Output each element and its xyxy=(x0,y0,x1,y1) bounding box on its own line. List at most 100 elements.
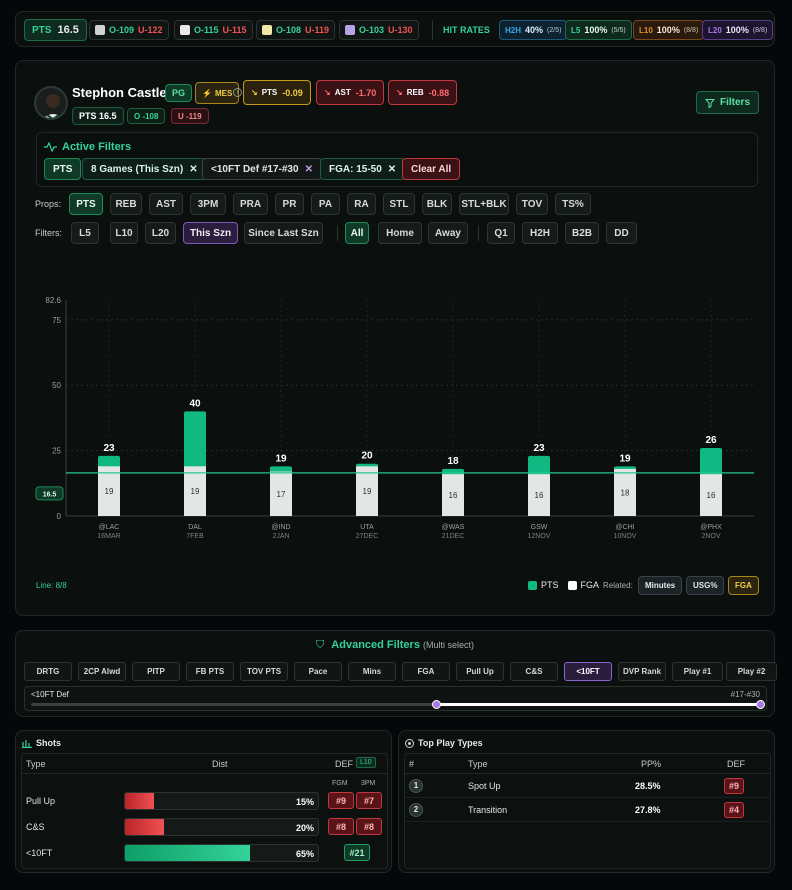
prop-button[interactable]: BLK xyxy=(422,193,452,215)
delta-ast[interactable]: ↘ AST -1.70 xyxy=(316,80,385,105)
advanced-filter-button[interactable]: DVP Rank xyxy=(618,662,666,681)
prop-label: PTS xyxy=(32,24,52,36)
related-fga-button[interactable]: FGA xyxy=(728,576,759,595)
def-window-badge[interactable]: L10 xyxy=(356,757,376,768)
advanced-filter-button[interactable]: FGA xyxy=(402,662,450,681)
advanced-filter-button[interactable]: Mins xyxy=(348,662,396,681)
active-filter-chip[interactable]: 8 Games (This Szn) ✕ xyxy=(82,158,207,180)
prop-button[interactable]: PRA xyxy=(233,193,268,215)
prop-line: 16.5 xyxy=(57,24,79,36)
advanced-filter-button[interactable]: TOV PTS xyxy=(240,662,288,681)
prop-button[interactable]: REB xyxy=(110,193,142,215)
slider-thumb-low[interactable] xyxy=(431,700,441,709)
avatar-image xyxy=(43,94,63,118)
advanced-filter-button[interactable]: <10FT xyxy=(564,662,612,681)
prop-button[interactable]: PTS xyxy=(69,193,103,215)
clear-all-button[interactable]: Clear All xyxy=(402,158,461,180)
filter-button-other[interactable]: B2B xyxy=(565,222,599,244)
slider-thumb-high[interactable] xyxy=(756,700,765,709)
play-row[interactable] xyxy=(405,798,770,822)
delta-value: -0.09 xyxy=(282,87,303,98)
over-odds-chip[interactable]: O -108 xyxy=(127,108,166,124)
advanced-filter-button[interactable]: Play #2 xyxy=(726,662,777,681)
related-minutes-button[interactable]: Minutes xyxy=(638,576,683,595)
filter-button-other[interactable]: Q1 xyxy=(487,222,515,244)
legend-label-fga: FGA xyxy=(580,580,600,590)
book-odds-chip[interactable]: O-103 U-130 xyxy=(339,20,419,40)
active-filter-chip[interactable]: PTS xyxy=(44,158,82,180)
hit-rate-frac: (5/5) xyxy=(611,26,626,34)
advanced-filter-button[interactable]: FB PTS xyxy=(186,662,234,681)
plays-table-header xyxy=(405,754,770,774)
shots-panel: Shots Type Dist DEF L10 FGM 3PM Pull Up 1… xyxy=(15,730,392,873)
delta-pts[interactable]: ↘ PTS -0.09 xyxy=(243,80,311,105)
shot-dist-fill xyxy=(125,793,154,809)
hit-rate-l20[interactable]: L20 100% (8/8) xyxy=(702,20,774,40)
slider-range: #17-#30 xyxy=(730,690,760,699)
hit-rate-l10[interactable]: L10 100% (8/8) xyxy=(633,20,705,40)
active-filter-chip[interactable]: FGA: 15-50 ✕ xyxy=(320,158,406,180)
prop-button[interactable]: TOV xyxy=(516,193,548,215)
filters-button[interactable]: Filters xyxy=(696,91,760,114)
filter-button-range[interactable]: L10 xyxy=(110,222,138,244)
advanced-filter-button[interactable]: C&S xyxy=(510,662,558,681)
advanced-filter-button[interactable]: 2CP Alwd xyxy=(78,662,126,681)
line-chip[interactable]: PTS 16.5 xyxy=(72,107,124,125)
close-icon[interactable]: ✕ xyxy=(189,164,197,175)
props-label: Props: xyxy=(35,199,62,209)
info-icon[interactable]: i xyxy=(233,88,242,97)
book-odds-chip[interactable]: O-108 U-119 xyxy=(256,20,336,40)
over-odds: O-103 xyxy=(359,25,385,35)
advanced-title: Advanced Filters xyxy=(331,639,420,651)
filter-button-venue[interactable]: All xyxy=(345,222,369,244)
play-def-badge: #4 xyxy=(724,802,745,818)
hit-rate-pct: 100% xyxy=(656,25,680,35)
related-usg-button[interactable]: USG% xyxy=(686,576,725,595)
close-icon[interactable]: ✕ xyxy=(388,164,396,175)
prop-button[interactable]: STL xyxy=(383,193,415,215)
advanced-filter-button[interactable]: Pull Up xyxy=(456,662,504,681)
prop-button[interactable]: STL+BLK xyxy=(459,193,509,215)
x-tick-opponent: DAL xyxy=(188,524,202,531)
prop-button[interactable]: TS% xyxy=(555,193,591,215)
filter-button-range[interactable]: L20 xyxy=(145,222,176,244)
under-odds-chip[interactable]: U -119 xyxy=(171,108,209,124)
advanced-filter-button[interactable]: DRTG xyxy=(24,662,72,681)
prop-button[interactable]: RA xyxy=(347,193,376,215)
shot-type: C&S xyxy=(26,822,45,832)
delta-label: PTS xyxy=(261,88,278,97)
shot-dist-bar: 15% xyxy=(124,792,319,810)
shot-type: <10FT xyxy=(26,848,53,858)
filter-button-other[interactable]: DD xyxy=(606,222,637,244)
hit-rate-pct: 100% xyxy=(725,25,749,35)
prop-button[interactable]: PA xyxy=(311,193,340,215)
trend-down-icon: ↘ xyxy=(396,88,403,97)
prop-button[interactable]: 3PM xyxy=(190,193,226,215)
hit-rate-l5[interactable]: L5 100% (5/5) xyxy=(565,20,632,40)
prop-line-chip[interactable]: PTS 16.5 xyxy=(24,19,87,41)
slider-track[interactable] xyxy=(31,700,765,709)
advanced-filter-button[interactable]: Pace xyxy=(294,662,342,681)
filter-button-venue[interactable]: Home xyxy=(378,222,422,244)
bolt-icon: ⚡ xyxy=(202,88,212,98)
prop-button[interactable]: AST xyxy=(149,193,183,215)
fga-value-label: 16 xyxy=(449,491,458,500)
hit-rate-h2h[interactable]: H2H 40% (2/5) xyxy=(499,20,568,40)
advanced-filter-button[interactable]: PITP xyxy=(132,662,180,681)
shot-type: Pull Up xyxy=(26,796,56,806)
advanced-filter-button[interactable]: Play #1 xyxy=(672,662,723,681)
filter-button-venue[interactable]: Away xyxy=(428,222,468,244)
book-odds-chip[interactable]: O-109 U-122 xyxy=(89,20,169,40)
x-tick-opponent: @IND xyxy=(271,524,290,531)
filter-button-range[interactable]: This Szn xyxy=(183,222,238,244)
filter-button-range[interactable]: Since Last Szn xyxy=(244,222,323,244)
filter-button-other[interactable]: H2H xyxy=(522,222,558,244)
active-filters-title: Active Filters xyxy=(62,141,132,153)
book-odds-chip[interactable]: O-115 U-115 xyxy=(174,20,253,40)
filter-button-range[interactable]: L5 xyxy=(71,222,99,244)
active-filter-chip[interactable]: <10FT Def #17-#30 ✕ xyxy=(202,158,322,180)
close-icon[interactable]: ✕ xyxy=(305,164,313,175)
play-row[interactable] xyxy=(405,774,770,798)
delta-reb[interactable]: ↘ REB -0.88 xyxy=(388,80,458,105)
prop-button[interactable]: PR xyxy=(275,193,304,215)
